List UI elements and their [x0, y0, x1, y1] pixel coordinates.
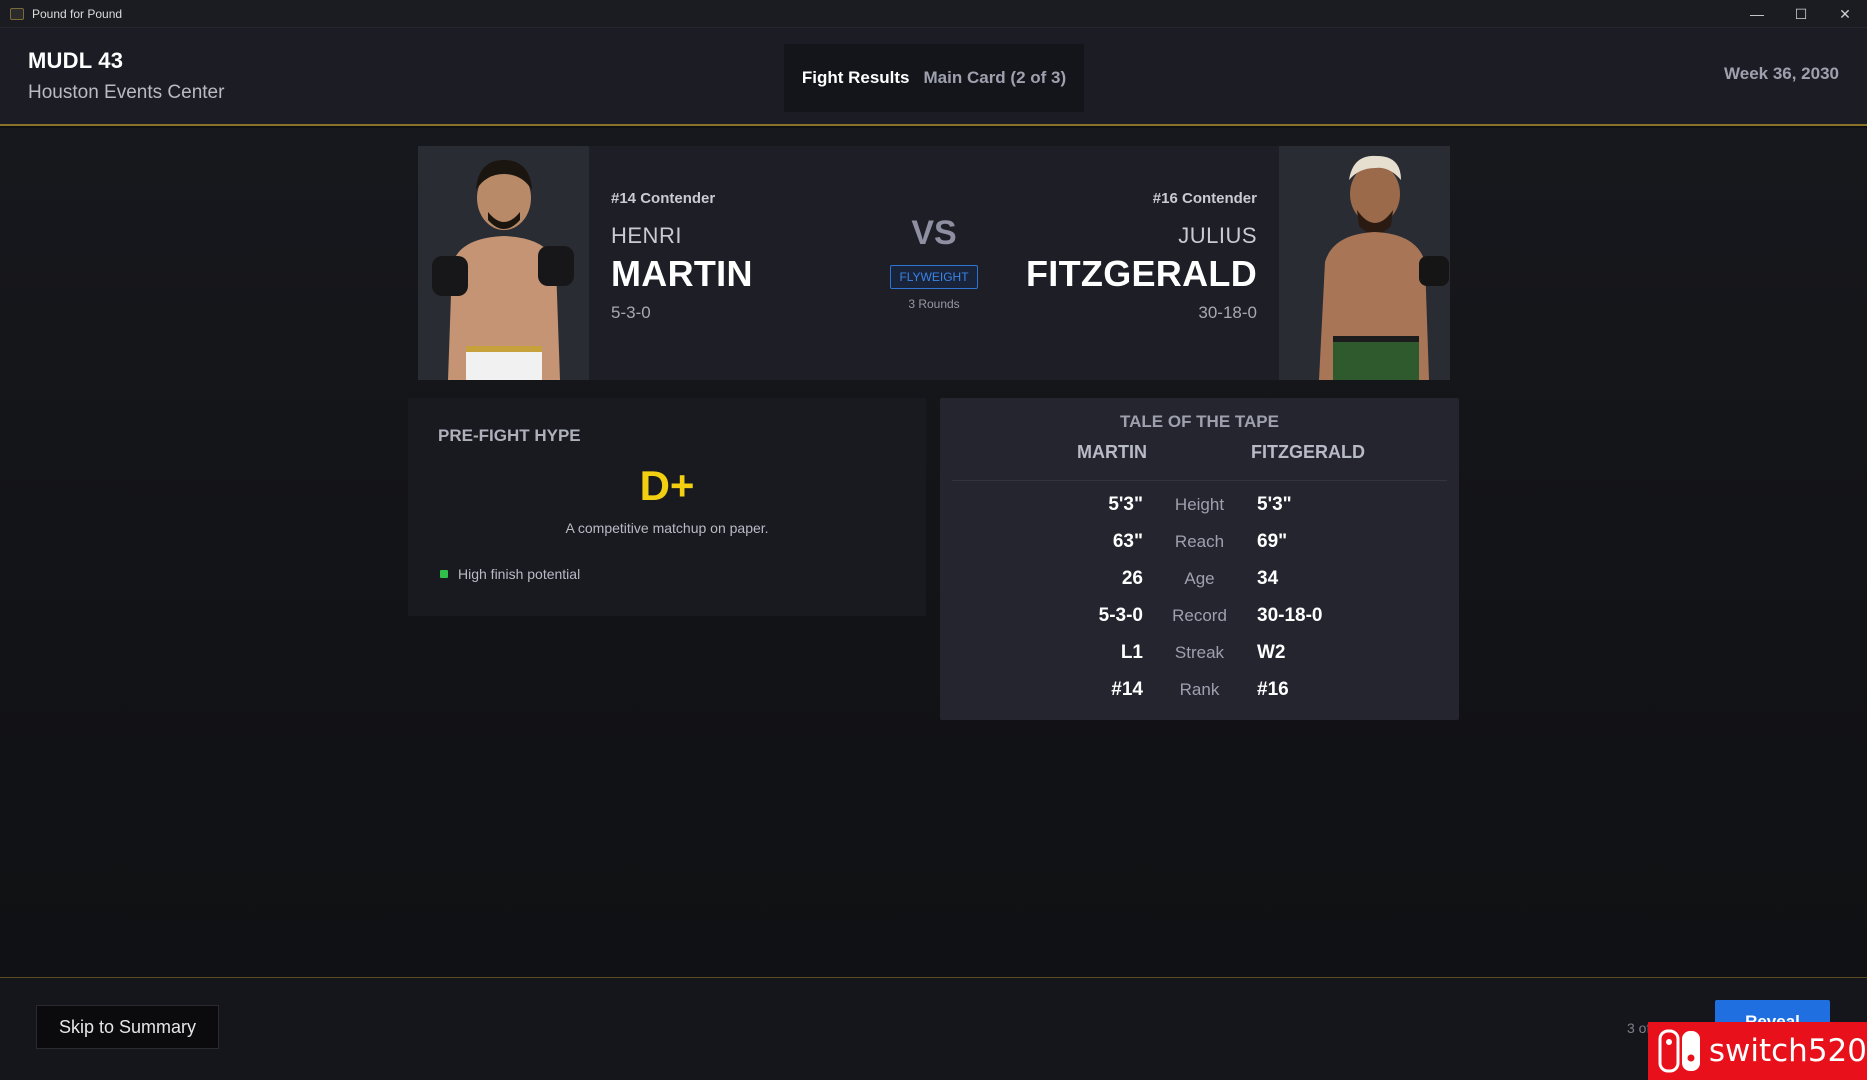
tape-row-streak: L1 Streak W2	[940, 642, 1459, 672]
tape-divider	[952, 480, 1447, 481]
hype-title: PRE-FIGHT HYPE	[438, 426, 581, 445]
tape-row-reach: 63" Reach 69"	[940, 531, 1459, 561]
tape-left-fighter: MARTIN	[1077, 442, 1147, 462]
bullet-dot-icon	[440, 570, 448, 578]
rounds-label: 3 Rounds	[908, 297, 960, 311]
tape-stat-label: Height	[1174, 495, 1225, 514]
maximize-icon[interactable]: ☐	[1779, 0, 1823, 28]
tape-stat-label: Age	[1184, 569, 1215, 588]
window-titlebar: Pound for Pound — ☐ ✕	[0, 0, 1867, 28]
switch-logo-icon	[1656, 1028, 1705, 1074]
fighter-left-last-name: MARTIN	[611, 253, 753, 294]
event-venue: Houston Events Center	[28, 82, 225, 103]
fighter-silhouette-icon	[1279, 146, 1450, 380]
close-icon[interactable]: ✕	[1823, 0, 1867, 28]
matchup-banner: #14 Contender HENRI MARTIN 5-3-0 VS FLYW…	[418, 146, 1450, 380]
versus-block: VS FLYWEIGHT 3 Rounds	[834, 214, 1034, 311]
app-logo-icon	[10, 7, 24, 20]
pre-fight-hype-panel: PRE-FIGHT HYPE D+ A competitive matchup …	[408, 398, 926, 616]
skip-to-summary-button[interactable]: Skip to Summary	[36, 1005, 219, 1049]
tape-right-value: 69"	[1257, 531, 1288, 552]
tape-right-value: 5'3"	[1257, 494, 1292, 515]
fighter-silhouette-icon	[418, 146, 589, 380]
tape-right-fighter: FITZGERALD	[1251, 442, 1365, 462]
fighter-left-record: 5-3-0	[611, 303, 651, 322]
window-controls: — ☐ ✕	[1735, 0, 1867, 28]
fighter-portrait-right	[1279, 146, 1450, 380]
tape-row-height: 5'3" Height 5'3"	[940, 494, 1459, 524]
main-content: #14 Contender HENRI MARTIN 5-3-0 VS FLYW…	[0, 128, 1867, 977]
window-title: Pound for Pound	[32, 6, 123, 21]
footer-bar: Skip to Summary 3 of 11 Reveal	[0, 977, 1867, 1080]
section-title: Fight Results	[801, 68, 910, 87]
tape-row-rank: #14 Rank #16	[940, 679, 1459, 709]
fighter-right-first-name: JULIUS	[1178, 223, 1257, 248]
tape-right-value: 30-18-0	[1257, 605, 1323, 626]
tape-stat-label: Reach	[1174, 532, 1225, 551]
event-header: MUDL 43 Houston Events Center Fight Resu…	[0, 28, 1867, 126]
fighter-left-info: #14 Contender HENRI MARTIN 5-3-0	[611, 190, 753, 323]
fighter-right-info: #16 Contender JULIUS FITZGERALD 30-18-0	[1026, 190, 1257, 323]
hype-bullet-label: High finish potential	[458, 566, 581, 582]
fighter-portrait-left	[418, 146, 589, 380]
vs-label: VS	[911, 214, 957, 252]
tape-stat-label: Rank	[1179, 680, 1220, 699]
weight-class-badge: FLYWEIGHT	[890, 265, 978, 289]
watermark: switch520	[1648, 1022, 1867, 1080]
minimize-icon[interactable]: —	[1735, 0, 1779, 28]
section-indicator: Fight Results Main Card (2 of 3)	[784, 44, 1084, 112]
tape-right-value: 34	[1257, 568, 1279, 589]
fighter-left-first-name: HENRI	[611, 223, 682, 248]
tape-stat-label: Streak	[1174, 643, 1225, 662]
tale-of-the-tape-panel: TALE OF THE TAPE MARTIN FITZGERALD 5'3" …	[940, 398, 1459, 720]
tape-stat-label: Record	[1172, 606, 1227, 625]
tape-row-age: 26 Age 34	[940, 568, 1459, 598]
fighter-right-last-name: FITZGERALD	[1026, 253, 1257, 294]
hype-grade: D+	[639, 462, 695, 509]
tape-row-record: 5-3-0 Record 30-18-0	[940, 605, 1459, 635]
hype-bullet-item: High finish potential	[440, 566, 580, 582]
fighter-right-record: 30-18-0	[1198, 303, 1257, 322]
fighter-left-rank: #14 Contender	[611, 190, 716, 207]
watermark-text: switch520	[1708, 1033, 1867, 1069]
event-name: MUDL 43	[28, 48, 124, 73]
tape-right-value: W2	[1257, 642, 1286, 663]
fighter-right-rank: #16 Contender	[1152, 190, 1257, 207]
section-subtitle: Main Card (2 of 3)	[923, 68, 1067, 87]
hype-description: A competitive matchup on paper.	[565, 520, 769, 536]
game-date: Week 36, 2030	[1724, 64, 1839, 83]
tape-title: TALE OF THE TAPE	[1120, 412, 1279, 431]
tape-right-value: #16	[1257, 679, 1289, 700]
